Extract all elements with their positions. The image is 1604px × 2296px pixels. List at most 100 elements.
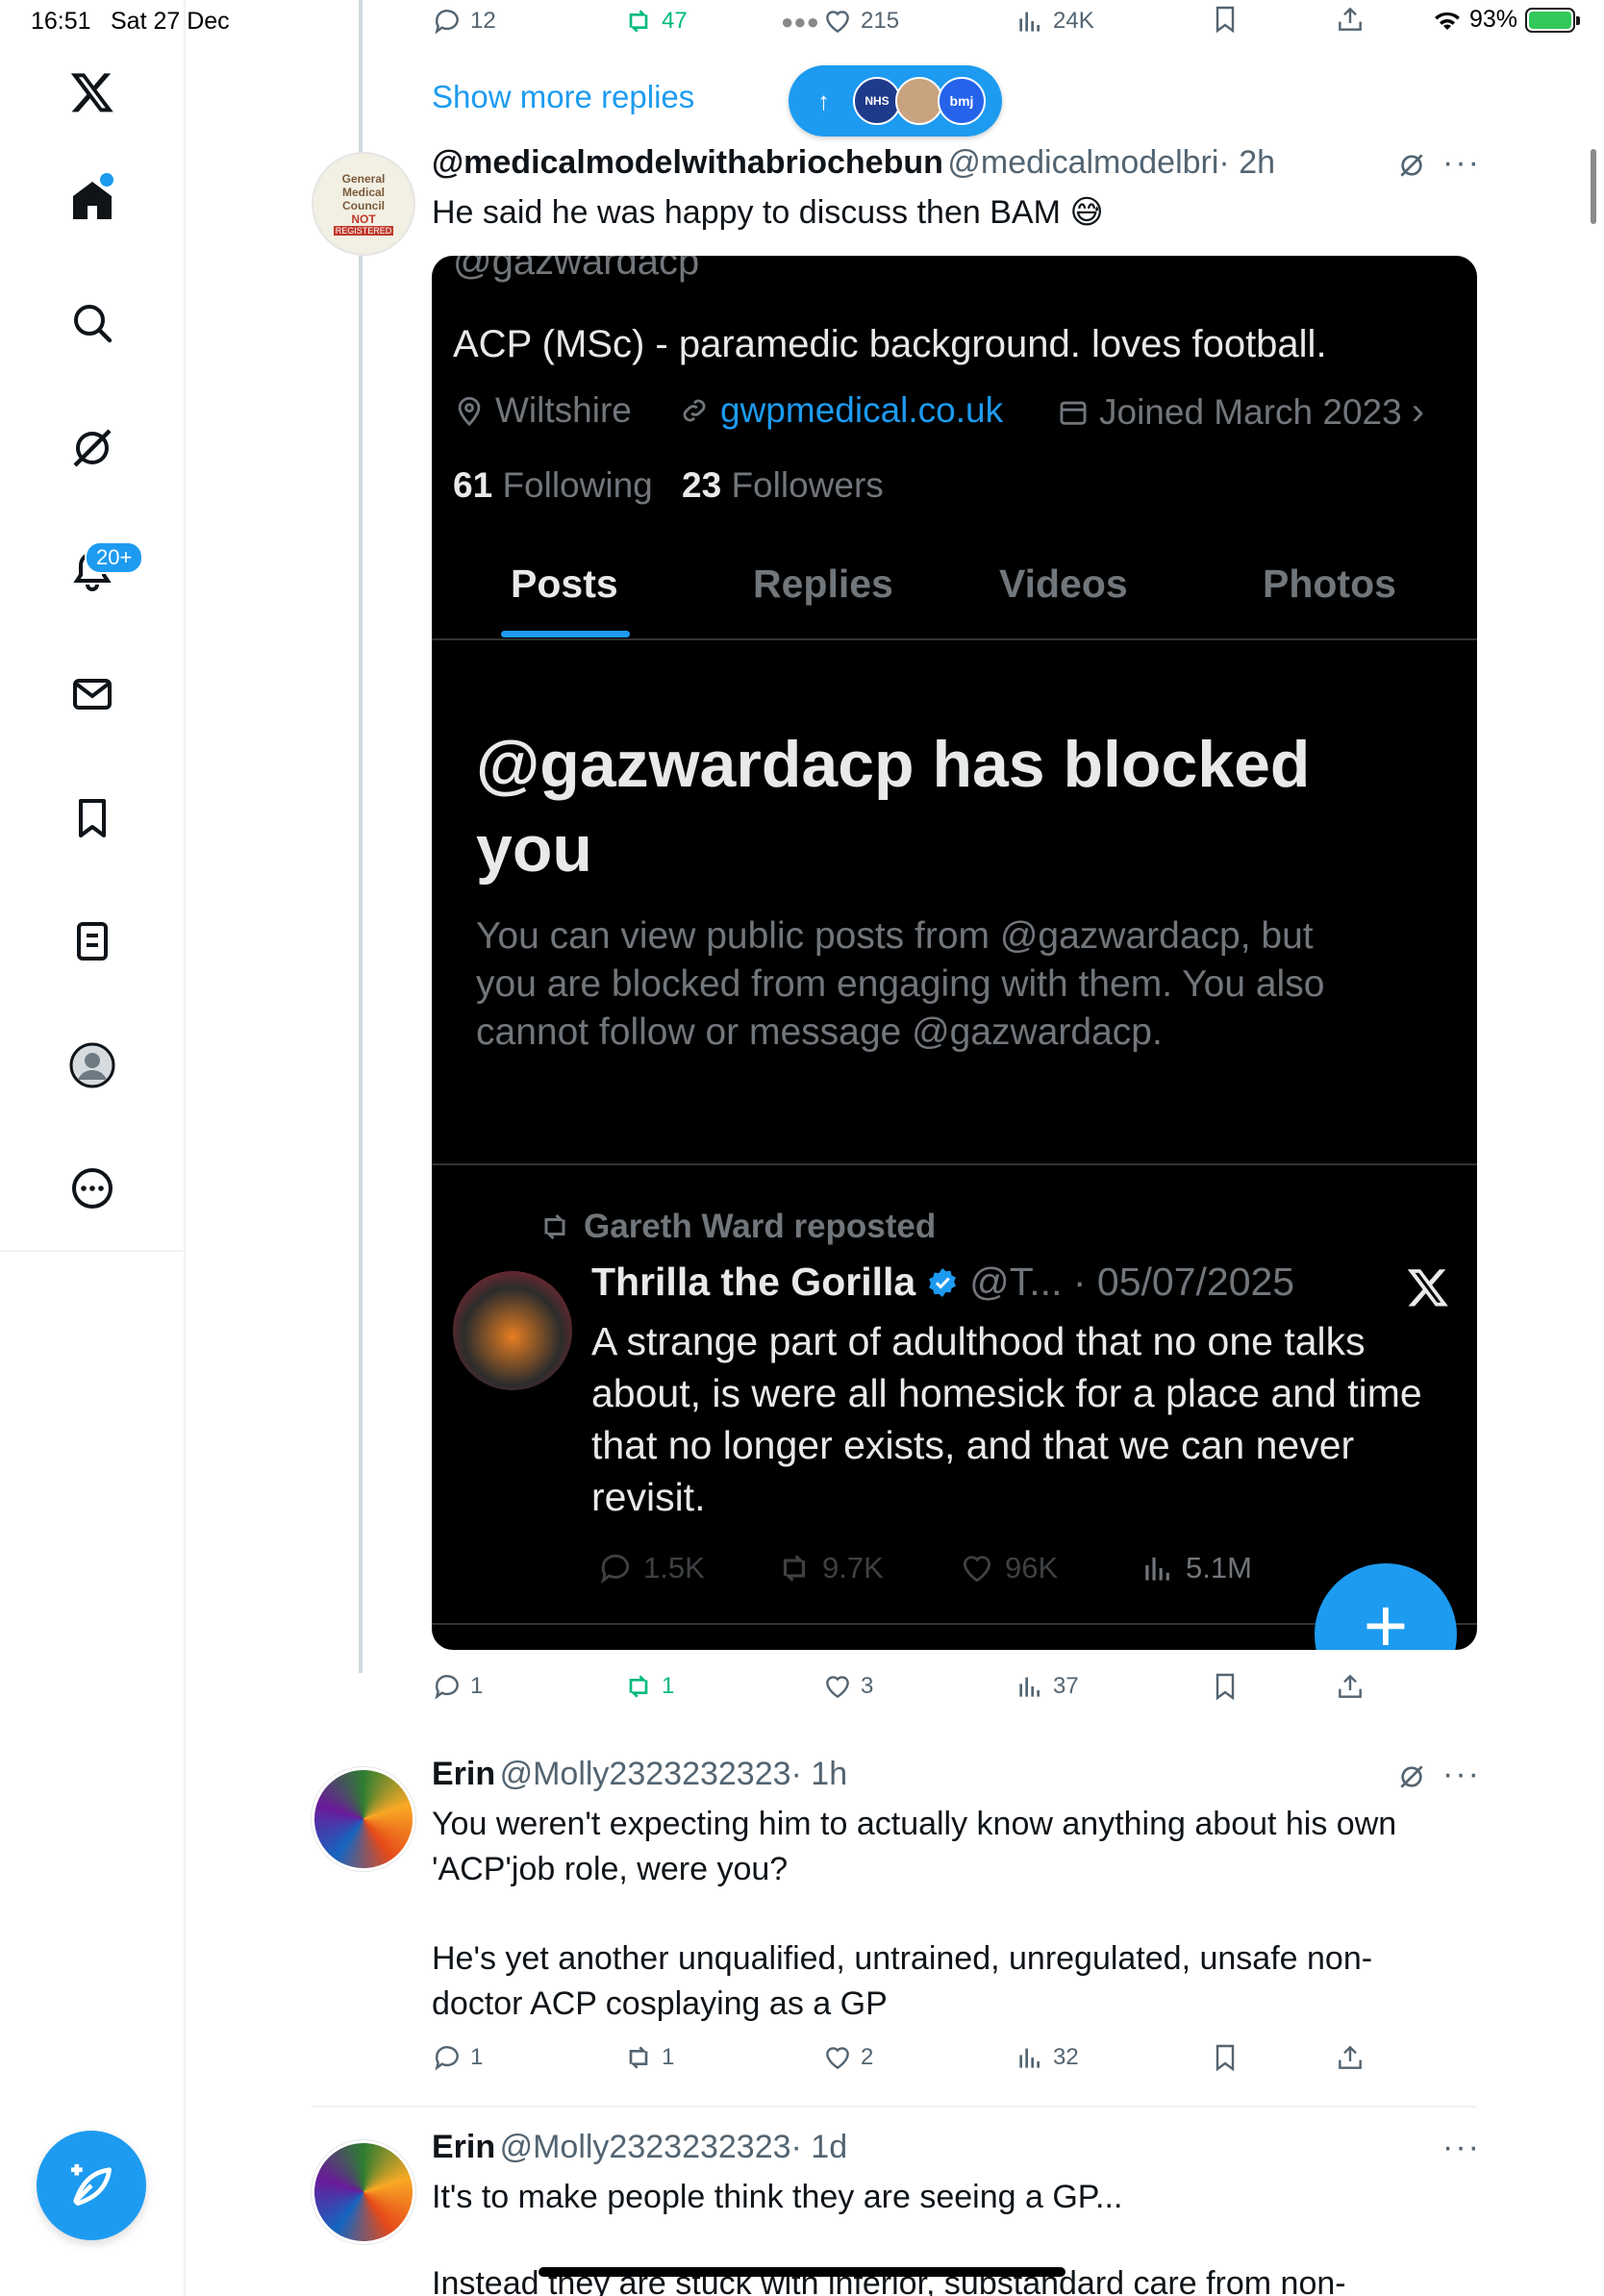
post2-reply-action[interactable]: 1 [432,2042,483,2073]
shot-followers-count: 23 [682,465,722,505]
post1-more-icon[interactable]: ··· [1442,144,1481,182]
post1-grok-icon[interactable] [1396,150,1427,186]
post1-share-action[interactable] [1335,1671,1366,1702]
repost-action[interactable]: 47 [623,6,688,37]
post1-avatar-line: General [341,172,386,186]
scrollbar[interactable] [1591,149,1596,224]
shot-inner-text: revisit. [591,1475,706,1519]
reply-icon [435,1675,459,1700]
bookmark-action[interactable] [1210,4,1241,35]
shot-inner-text: A strange part of adulthood that no one … [591,1319,1366,1363]
shot-reposted-by: Gareth Ward reposted [584,1208,937,1245]
shot-following-count: 61 [453,465,493,505]
shot-location-text: Wiltshire [495,390,632,430]
shot-tab-indicator [501,631,630,637]
post2-share-action[interactable] [1335,2042,1366,2073]
shot-website: gwpmedical.co.uk [678,390,1003,431]
post2-bookmark-action[interactable] [1210,2042,1241,2073]
compose-post-button[interactable] [37,2131,146,2240]
post-separator [312,2106,1477,2108]
home-icon[interactable] [58,165,127,235]
post1-avatar-line: NOT [351,212,376,226]
post2-views-action[interactable]: 32 [1015,2042,1079,2073]
post1-like-action[interactable]: 3 [822,1671,873,1702]
loading-dots: ●●● [781,10,819,34]
reply-icon [600,1554,630,1585]
post1-views-action[interactable]: 37 [1015,1671,1079,1702]
grok-icon[interactable] [58,413,127,483]
profile-avatar-icon[interactable] [58,1031,127,1100]
shot-inner-reply-count: 1.5K [643,1551,705,1585]
share-icon [1339,1674,1362,1698]
post2-reply-count: 1 [470,2044,484,2070]
repost-count: 47 [662,8,688,34]
views-chart-icon [1019,12,1040,32]
post2-author-name[interactable]: Erin [432,1756,495,1792]
post2-text: You weren't expecting him to actually kn… [432,1806,1397,1842]
bookmark-icon [1216,2044,1235,2072]
messages-envelope-icon[interactable] [58,660,127,729]
post2-like-action[interactable]: 2 [822,2042,873,2073]
shot-cut-handle: @gazwardacp [453,256,700,283]
post1-author-name[interactable]: @medicalmodelwithabriochebun [432,144,943,181]
home-unread-dot [100,173,113,187]
post2-author-handle[interactable]: @Molly2323232323 [500,1756,791,1792]
shot-joined: Joined March 2023 › [1057,390,1424,434]
shot-location: Wiltshire [453,390,632,431]
search-icon[interactable] [58,288,127,358]
shot-x-logo-icon [1406,1265,1450,1314]
shot-inner-text: about, is were all homesick for a place … [591,1371,1422,1415]
post3-more-icon[interactable]: ··· [1442,2129,1481,2166]
post1-avatar[interactable]: General Medical Council NOT REGISTERED [312,152,415,256]
post3-avatar[interactable] [312,2140,415,2244]
bookmark-icon [1216,6,1235,34]
more-circle-icon[interactable] [58,1154,127,1223]
views-chart-icon [1019,2048,1040,2068]
shot-inner-meta: @T... · 05/07/2025 [969,1260,1295,1304]
bookmarks-icon[interactable] [58,784,127,853]
post1-repost-action[interactable]: 1 [623,1671,674,1702]
shot-tab-posts: Posts [511,562,618,606]
share-action[interactable] [1335,4,1366,35]
shot-inner-like-count: 96K [1005,1551,1059,1585]
show-more-replies-link[interactable]: Show more replies [432,79,694,115]
calendar-icon [1060,401,1087,425]
repost-icon [629,1675,648,1698]
pill-avatar-2 [895,77,943,125]
post1-image-screenshot[interactable]: @gazwardacp ACP (MSc) - paramedic backgr… [432,256,1477,1650]
shot-inner-reply: 1.5K [597,1550,705,1586]
x-logo-icon[interactable] [58,58,127,127]
post3-text: It's to make people think they are seein… [432,2179,1123,2215]
like-count: 215 [861,8,900,34]
link-icon [683,399,706,422]
shot-inner-repost-count: 9.7K [822,1551,884,1585]
heart-icon [826,2047,849,2070]
post3-author-handle[interactable]: @Molly2323232323 [500,2129,791,2165]
views-chart-icon [1019,1677,1040,1697]
lists-icon[interactable] [58,907,127,976]
repost-icon [783,1555,806,1582]
reply-action[interactable]: 12 [432,6,496,37]
reply-icon [435,10,459,35]
post1-author-handle[interactable]: @medicalmodelbri [947,144,1218,181]
views-action[interactable]: 24K [1015,6,1094,37]
post1-time[interactable]: · 2h [1218,144,1275,181]
reply-icon [435,2046,459,2071]
like-action[interactable]: 215 [822,6,899,37]
post2-grok-icon[interactable] [1396,1761,1427,1797]
post3-time[interactable]: · 1d [791,2129,848,2165]
post3-author-name[interactable]: Erin [432,2129,495,2165]
shot-inner-header: Thrilla the Gorilla @T... · 05/07/2025 [591,1260,1294,1305]
post1-text: He said he was happy to discuss then BAM… [432,194,1104,231]
share-icon [1339,2045,1362,2069]
shot-following-label: Following [502,465,653,505]
post1-bookmark-action[interactable] [1210,1671,1241,1702]
post1-reply-action[interactable]: 1 [432,1671,483,1702]
new-posts-pill[interactable]: ↑ NHS bmj [789,65,1002,137]
post2-time[interactable]: · 1h [791,1756,848,1792]
shot-repost-context: Gareth Ward reposted [538,1208,936,1246]
post2-more-icon[interactable]: ··· [1442,1756,1481,1793]
post2-avatar[interactable] [312,1767,415,1871]
post2-repost-action[interactable]: 1 [623,2042,674,2073]
chevron-right-icon: › [1411,390,1425,433]
